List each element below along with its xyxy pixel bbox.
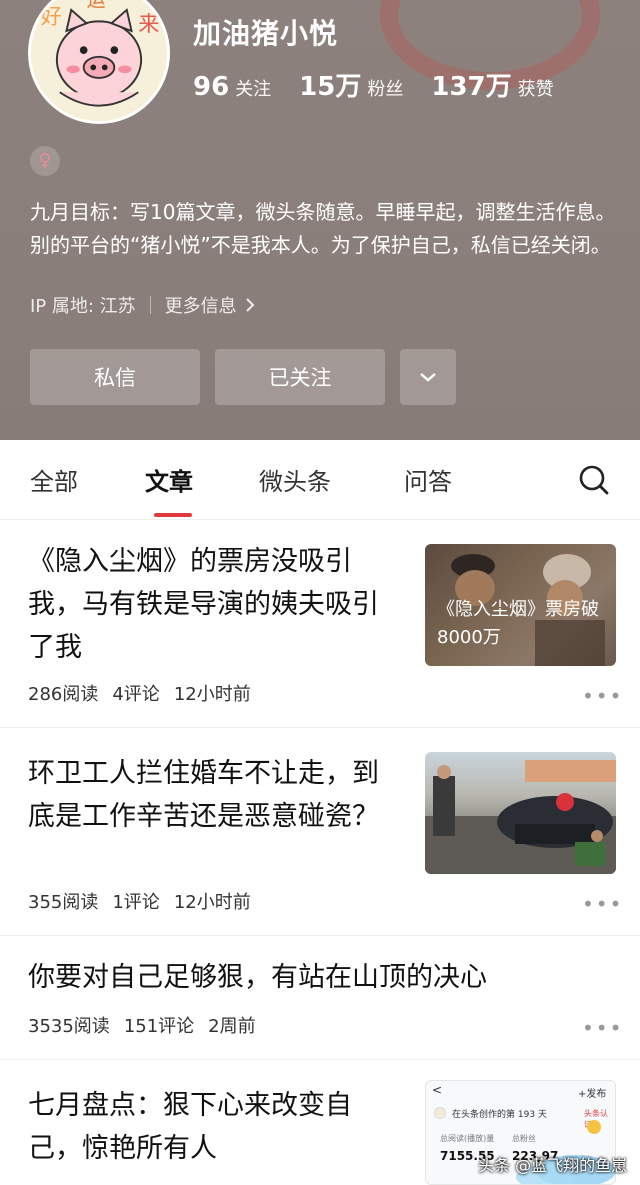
dropdown-button[interactable] bbox=[400, 349, 456, 405]
article-time: 2周前 bbox=[208, 1016, 256, 1037]
stat-fans-label: 粉丝 bbox=[367, 79, 404, 100]
more-info-label: 更多信息 bbox=[164, 296, 237, 317]
profile-header: 好 运 来 加油猪小悦 96 关注 15万 粉丝 137万 获赞 bbox=[0, 0, 640, 440]
avatar-char-2: 运 bbox=[87, 0, 106, 11]
article-meta: 355阅读 1评论 12小时前 bbox=[28, 888, 251, 914]
content-tabs: 全部 文章 微头条 问答 bbox=[0, 440, 640, 520]
more-options-icon[interactable]: ••• bbox=[582, 892, 623, 916]
more-info-link[interactable]: 更多信息 bbox=[165, 292, 255, 318]
chevron-down-icon bbox=[420, 373, 436, 382]
stat-fans-count: 15万 bbox=[299, 72, 362, 102]
tab-articles[interactable]: 文章 bbox=[145, 462, 193, 497]
tab-qa[interactable]: 问答 bbox=[404, 462, 452, 497]
article-item[interactable]: 《隐入尘烟》的票房没吸引我，马有铁是导演的姨夫吸引了我 《隐入尘烟》票房破800… bbox=[0, 520, 640, 728]
article-reads: 286阅读 bbox=[28, 684, 99, 705]
article-title[interactable]: 环卫工人拦住婚车不让走，到底是工作辛苦还是恶意碰瓷？ bbox=[28, 752, 403, 838]
stat-likes[interactable]: 137万 获赞 bbox=[431, 66, 553, 103]
meta-divider bbox=[149, 296, 151, 314]
article-comments: 4评论 bbox=[112, 684, 160, 705]
search-icon[interactable] bbox=[578, 464, 610, 496]
pig-avatar-icon: 好 运 来 bbox=[31, 0, 167, 121]
article-comments: 1评论 bbox=[112, 892, 160, 913]
profile-stats: 96 关注 15万 粉丝 137万 获赞 bbox=[193, 66, 554, 103]
thumbnail-caption: 《隐入尘烟》票房破8000万 bbox=[437, 599, 599, 648]
stat-following-count: 96 bbox=[193, 72, 230, 102]
article-title[interactable]: 《隐入尘烟》的票房没吸引我，马有铁是导演的姨夫吸引了我 bbox=[28, 540, 403, 669]
stat-fans[interactable]: 15万 粉丝 bbox=[299, 66, 403, 103]
stat-following-label: 关注 bbox=[235, 79, 272, 100]
article-time: 12小时前 bbox=[173, 892, 251, 913]
ip-location: IP 属地: 江苏 bbox=[30, 296, 136, 317]
article-time: 12小时前 bbox=[173, 684, 251, 705]
more-options-icon[interactable]: ••• bbox=[582, 684, 623, 708]
profile-bio: 九月目标：写10篇文章，微头条随意。早睡早起，调整生活作息。别的平台的“猪小悦”… bbox=[30, 200, 616, 257]
article-thumbnail[interactable]: 《隐入尘烟》票房破8000万 bbox=[425, 544, 616, 666]
article-item[interactable]: 你要对自己足够狠，有站在山顶的决心 3535阅读 151评论 2周前 ••• bbox=[0, 936, 640, 1060]
tab-all[interactable]: 全部 bbox=[30, 462, 78, 497]
active-tab-indicator bbox=[154, 513, 192, 517]
wedding-car-image bbox=[425, 760, 616, 874]
more-options-icon[interactable]: ••• bbox=[582, 1016, 623, 1040]
followed-button[interactable]: 已关注 bbox=[215, 349, 385, 405]
profile-meta: IP 属地: 江苏 更多信息 bbox=[30, 292, 255, 318]
chevron-right-icon bbox=[245, 298, 255, 312]
article-meta: 3535阅读 151评论 2周前 bbox=[28, 1012, 256, 1038]
avatar-char-3: 来 bbox=[138, 11, 159, 36]
article-reads: 3535阅读 bbox=[28, 1016, 110, 1037]
article-item[interactable]: 环卫工人拦住婚车不让走，到底是工作辛苦还是恶意碰瓷？ 355阅读 1评论 12小… bbox=[0, 728, 640, 936]
female-gender-icon: ♀ bbox=[30, 146, 60, 176]
stat-likes-label: 获赞 bbox=[517, 79, 554, 100]
watermark-text: 头条 @蓝飞翔的鱼崽 bbox=[478, 1156, 628, 1175]
article-title[interactable]: 七月盘点：狠下心来改变自己，惊艳所有人 bbox=[28, 1084, 403, 1170]
message-button[interactable]: 私信 bbox=[30, 349, 200, 405]
avatar[interactable]: 好 运 来 bbox=[28, 0, 170, 124]
article-thumbnail[interactable] bbox=[425, 752, 616, 874]
article-reads: 355阅读 bbox=[28, 892, 99, 913]
profile-name: 加油猪小悦 bbox=[193, 17, 339, 50]
stat-likes-count: 137万 bbox=[431, 72, 512, 102]
tab-micro-posts[interactable]: 微头条 bbox=[259, 462, 331, 497]
stat-following[interactable]: 96 关注 bbox=[193, 72, 271, 102]
avatar-char-1: 好 bbox=[41, 3, 62, 28]
article-comments: 151评论 bbox=[123, 1016, 195, 1037]
article-meta: 286阅读 4评论 12小时前 bbox=[28, 680, 251, 706]
article-title[interactable]: 你要对自己足够狠，有站在山顶的决心 bbox=[28, 956, 608, 999]
